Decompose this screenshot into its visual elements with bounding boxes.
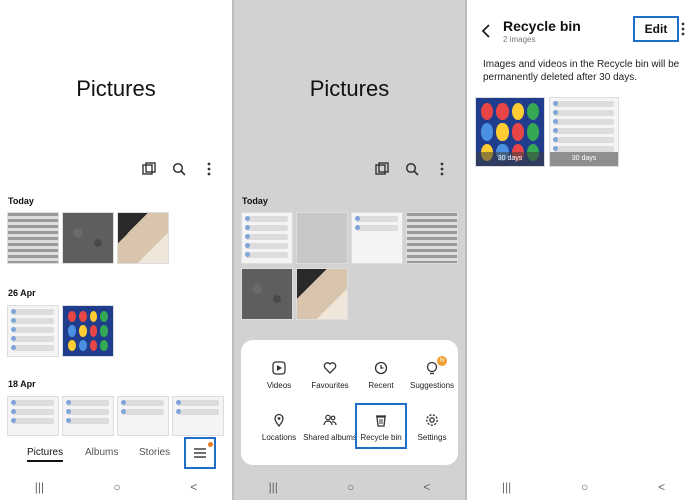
deleted-item-thumbnail[interactable]: 30 days [475, 97, 545, 167]
photo-thumbnail[interactable] [241, 268, 293, 320]
menu-item-videos[interactable]: Videos [252, 360, 306, 390]
menu-item-shared-albums[interactable]: Shared albums [303, 412, 357, 442]
page-title: Pictures [76, 76, 156, 101]
recents-nav-button[interactable]: ||| [35, 480, 44, 494]
screenshot-thumbnail[interactable] [62, 305, 114, 357]
new-badge: N [437, 356, 447, 366]
photo-thumbnail[interactable] [117, 212, 169, 264]
system-navbar: ||| ○ < [0, 474, 232, 500]
section-apr26: 26 Apr [8, 288, 36, 298]
pictures-screen: Pictures Today 26 Apr 18 Apr Pictures Al… [0, 0, 232, 500]
recycle-bin-screen: Recycle bin 2 images Edit Images and vid… [467, 0, 700, 500]
more-icon[interactable] [433, 160, 451, 178]
section-apr18: 18 Apr [8, 379, 36, 389]
more-icon[interactable] [200, 160, 218, 178]
select-icon[interactable] [373, 160, 391, 178]
menu-icon [194, 448, 206, 458]
tab-stories[interactable]: Stories [139, 447, 170, 458]
recents-nav-button[interactable]: ||| [269, 480, 278, 494]
screenshot-thumbnail[interactable] [172, 396, 224, 436]
section-today: Today [8, 196, 34, 206]
retention-message: Images and videos in the Recycle bin wil… [483, 59, 680, 83]
select-icon[interactable] [140, 160, 158, 178]
menu-item-recent[interactable]: Recent [354, 360, 408, 390]
days-remaining: 30 days [476, 152, 544, 166]
tab-albums[interactable]: Albums [85, 447, 118, 458]
screenshot-thumbnail[interactable] [7, 305, 59, 357]
heart-icon [322, 360, 338, 376]
pin-icon [271, 412, 287, 428]
screenshot-thumbnail[interactable] [7, 396, 59, 436]
more-icon[interactable] [681, 22, 685, 39]
menu-item-settings[interactable]: Settings [405, 412, 459, 442]
back-nav-button[interactable]: < [423, 480, 430, 494]
video-icon [271, 360, 287, 376]
screenshot-thumbnail[interactable] [62, 396, 114, 436]
photo-thumbnail[interactable] [62, 212, 114, 264]
search-icon[interactable] [403, 160, 421, 178]
days-remaining: 30 days [550, 152, 618, 166]
page-title: Pictures [309, 76, 390, 101]
recents-nav-button[interactable]: ||| [502, 480, 511, 494]
back-icon[interactable] [481, 22, 491, 43]
system-navbar: ||| ○ < [467, 474, 700, 500]
recycle-bin-highlight [355, 403, 407, 449]
search-icon[interactable] [170, 160, 188, 178]
top-toolbar [140, 160, 218, 178]
item-count: 2 images [503, 35, 536, 44]
system-navbar: ||| ○ < [234, 474, 465, 500]
home-nav-button[interactable]: ○ [581, 480, 588, 494]
home-nav-button[interactable]: ○ [114, 480, 121, 494]
clock-icon [373, 360, 389, 376]
home-nav-button[interactable]: ○ [347, 480, 354, 494]
edit-button[interactable]: Edit [633, 16, 679, 42]
menu-item-locations[interactable]: Locations [252, 412, 306, 442]
gallery-menu-popup: Videos Favourites Recent N Suggestions L… [241, 340, 458, 465]
page-title: Recycle bin [503, 18, 581, 34]
deleted-item-thumbnail[interactable]: 30 days [549, 97, 619, 167]
pictures-menu-screen: Pictures Today Videos Favourites Recent … [234, 0, 465, 500]
photo-thumbnail[interactable] [406, 212, 458, 264]
photo-thumbnail[interactable] [296, 268, 348, 320]
back-nav-button[interactable]: < [190, 480, 197, 494]
screenshot-thumbnail[interactable] [351, 212, 403, 264]
top-toolbar [373, 160, 451, 178]
screenshot-thumbnail[interactable] [241, 212, 293, 264]
screenshot-thumbnail[interactable] [117, 396, 169, 436]
section-today: Today [242, 196, 268, 206]
gear-icon [424, 412, 440, 428]
photo-thumbnail[interactable] [7, 212, 59, 264]
notification-dot [208, 442, 213, 447]
back-nav-button[interactable]: < [658, 480, 665, 494]
people-icon [322, 412, 338, 428]
screenshot-thumbnail[interactable] [296, 212, 348, 264]
tab-pictures[interactable]: Pictures [27, 447, 64, 462]
menu-item-favourites[interactable]: Favourites [303, 360, 357, 390]
menu-item-suggestions[interactable]: N Suggestions [405, 356, 459, 390]
